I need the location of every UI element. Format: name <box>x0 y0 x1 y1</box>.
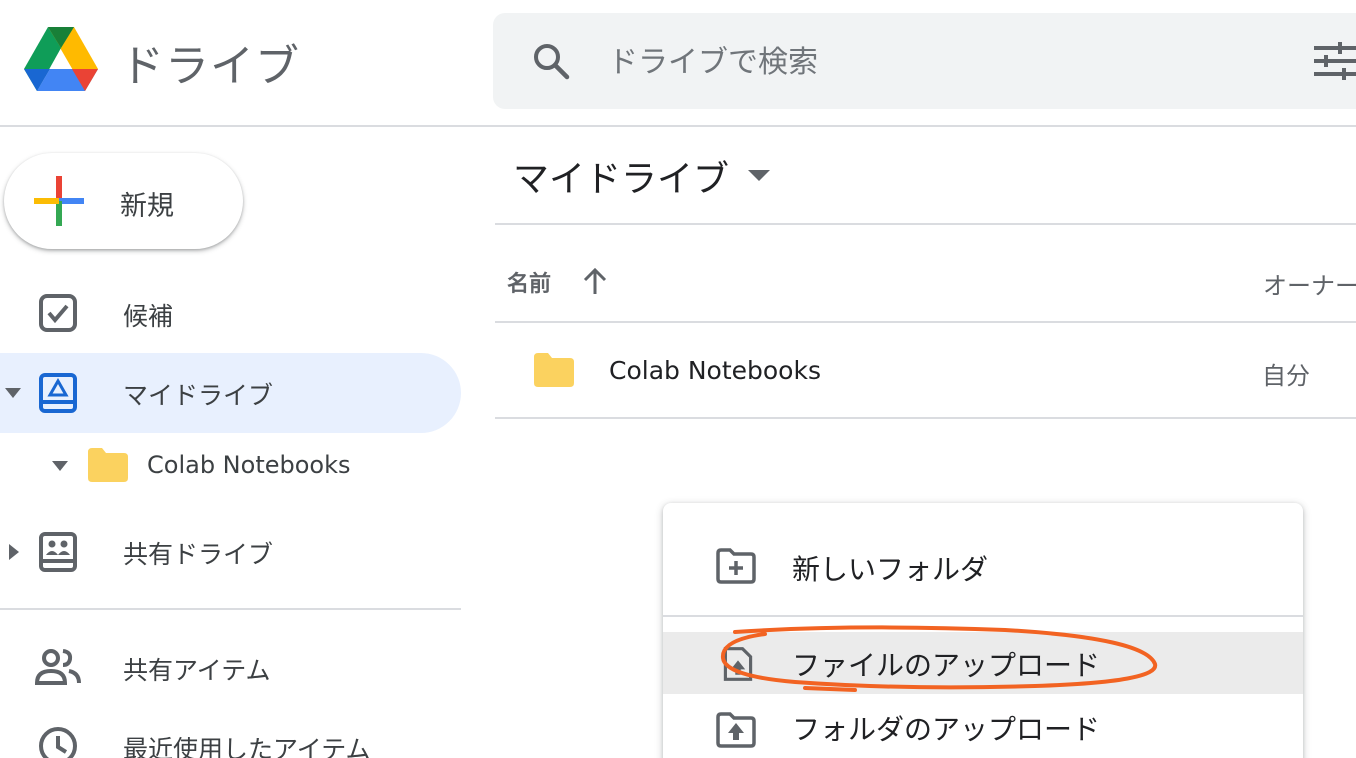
sidebar-item-label: 候補 <box>123 302 174 331</box>
app-title: ドライブ <box>120 41 300 92</box>
search-input[interactable] <box>608 40 1258 84</box>
menu-divider <box>663 615 1303 617</box>
sidebar-item-label: Colab Notebooks <box>147 451 351 479</box>
column-header-name[interactable]: 名前 <box>507 266 551 298</box>
new-button-label: 新規 <box>120 191 174 222</box>
page-title[interactable]: マイドライブ <box>513 150 729 202</box>
content-divider <box>495 223 1356 225</box>
folder-upload-icon <box>716 712 756 748</box>
sidebar-item-label: 共有アイテム <box>123 656 271 685</box>
sort-arrow-up-icon[interactable] <box>582 266 608 296</box>
menu-item-label: フォルダのアップロード <box>792 713 1101 746</box>
sidebar-item-label: 共有ドライブ <box>123 540 274 569</box>
folder-icon <box>534 353 574 387</box>
expand-caret-icon[interactable] <box>5 385 21 401</box>
expand-caret-icon[interactable] <box>52 458 68 474</box>
new-folder-icon <box>716 548 756 584</box>
file-name: Colab Notebooks <box>609 356 821 385</box>
people-icon <box>35 649 81 685</box>
folder-icon <box>88 448 128 482</box>
chevron-down-icon[interactable] <box>748 170 770 182</box>
row-divider <box>495 417 1356 419</box>
menu-item-label: ファイルのアップロード <box>792 649 1101 682</box>
drive-logo-icon[interactable] <box>24 27 98 93</box>
sidebar-item-label: 最近使用したアイテム <box>123 735 371 758</box>
shared-drive-icon <box>39 532 77 572</box>
plus-icon <box>34 176 84 226</box>
column-header-owner[interactable]: オーナー <box>1263 266 1356 301</box>
my-drive-icon <box>39 373 77 413</box>
menu-item-label: 新しいフォルダ <box>792 553 989 586</box>
sidebar-divider <box>0 608 461 610</box>
clock-icon <box>39 727 77 758</box>
file-owner: 自分 <box>1262 362 1310 390</box>
file-upload-icon <box>723 647 753 681</box>
search-options-icon[interactable] <box>1314 42 1356 80</box>
suggested-check-icon <box>39 294 77 332</box>
search-icon[interactable] <box>532 42 570 80</box>
expand-caret-icon[interactable] <box>6 544 22 560</box>
sidebar-item-label: マイドライブ <box>123 381 274 410</box>
